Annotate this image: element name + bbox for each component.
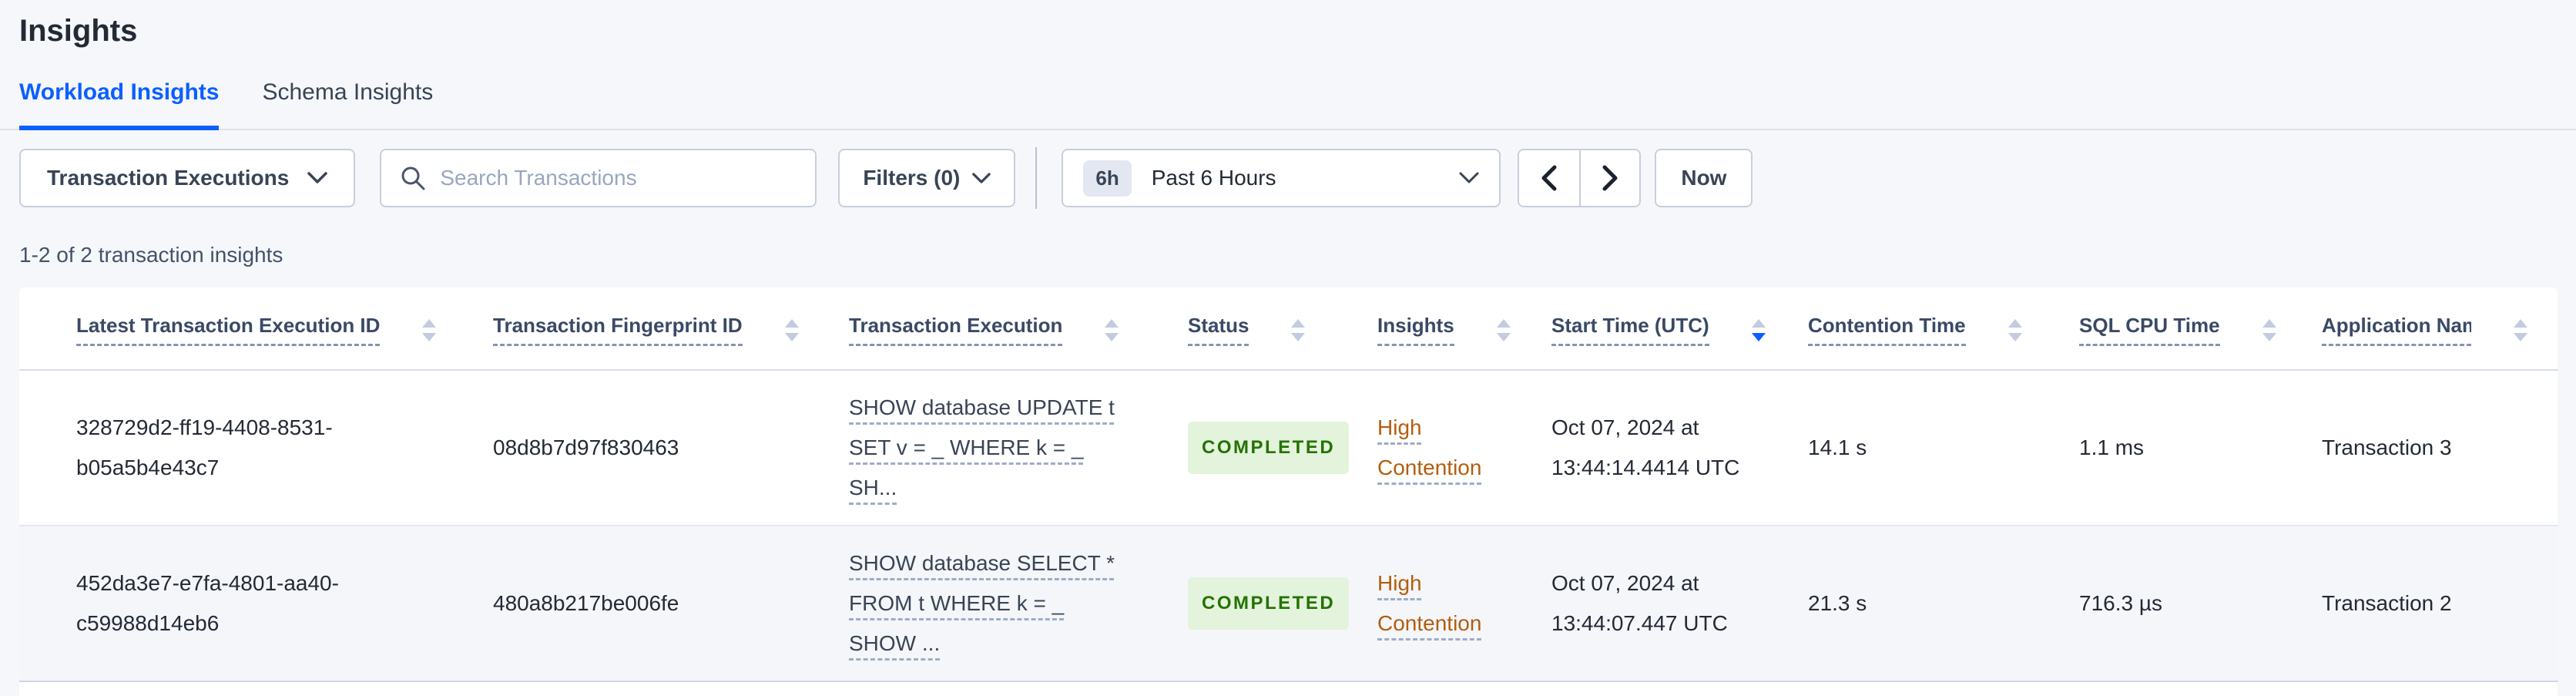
toolbar: Transaction Executions Filters (0) 6h Pa… xyxy=(19,147,2558,209)
time-step-button-group xyxy=(1518,149,1642,207)
start-time-cell: Oct 07, 2024 at 13:44:07.447 UTC xyxy=(1551,526,1808,682)
sort-icon[interactable] xyxy=(2007,318,2022,341)
column-header-application-name[interactable]: Application Name xyxy=(2322,287,2558,371)
table-header-row: Latest Transaction Execution ID Transact… xyxy=(19,287,2558,371)
column-header-transaction-execution[interactable]: Transaction Execution xyxy=(849,287,1188,371)
search-input[interactable] xyxy=(440,166,797,190)
start-time-cell: Oct 07, 2024 at 13:44:14.4414 UTC xyxy=(1551,370,1808,526)
fingerprint-id-cell: 08d8b7d97f830463 xyxy=(493,370,849,526)
insights-table-card: Latest Transaction Execution ID Transact… xyxy=(19,287,2558,696)
column-header-transaction-fingerprint-id[interactable]: Transaction Fingerprint ID xyxy=(493,287,849,371)
column-header-status[interactable]: Status xyxy=(1188,287,1377,371)
sort-icon-active-desc[interactable] xyxy=(1751,318,1766,341)
filters-button[interactable]: Filters (0) xyxy=(838,149,1016,207)
next-time-button[interactable] xyxy=(1579,150,1640,206)
table-row: 452da3e7-e7fa-4801-aa40-c59988d14eb6 480… xyxy=(19,526,2558,682)
contention-time-cell: 14.1 s xyxy=(1808,370,2079,526)
chevron-right-icon xyxy=(1602,165,1618,191)
results-count: 1-2 of 2 transaction insights xyxy=(19,243,283,267)
chevron-down-icon xyxy=(972,172,991,183)
search-icon xyxy=(401,166,425,190)
column-header-start-time[interactable]: Start Time (UTC) xyxy=(1551,287,1808,371)
sort-icon[interactable] xyxy=(784,318,799,341)
sort-icon[interactable] xyxy=(1291,318,1306,341)
filters-label: Filters (0) xyxy=(863,166,961,190)
status-badge: COMPLETED xyxy=(1188,422,1350,474)
column-header-contention-time[interactable]: Contention Time xyxy=(1808,287,2079,371)
transaction-execution-link[interactable]: SHOW database UPDATE t SET v = _ WHERE k… xyxy=(849,395,1115,499)
time-range-picker[interactable]: 6h Past 6 Hours xyxy=(1062,149,1501,207)
time-range-label: Past 6 Hours xyxy=(1151,166,1276,190)
insight-link[interactable]: High Contention xyxy=(1377,571,1481,635)
execution-id-cell: 328729d2-ff19-4408-8531-b05a5b4e43c7 xyxy=(19,370,493,526)
tab-bar: Workload Insights Schema Insights xyxy=(0,79,2576,130)
sql-cpu-time-cell: 1.1 ms xyxy=(2079,370,2322,526)
column-header-sql-cpu-time[interactable]: SQL CPU Time xyxy=(2079,287,2322,371)
chevron-left-icon xyxy=(1541,165,1557,191)
sql-cpu-time-cell: 716.3 µs xyxy=(2079,526,2322,682)
chevron-down-icon xyxy=(307,172,328,183)
application-name-cell: Transaction 3 xyxy=(2322,370,2558,526)
now-button[interactable]: Now xyxy=(1655,149,1753,207)
sort-icon[interactable] xyxy=(2262,318,2276,341)
application-name-cell: Transaction 2 xyxy=(2322,526,2558,682)
transaction-execution-link[interactable]: SHOW database SELECT * FROM t WHERE k = … xyxy=(849,551,1115,655)
tab-workload-insights[interactable]: Workload Insights xyxy=(19,79,220,130)
prev-time-button[interactable] xyxy=(1519,150,1580,206)
type-selector-dropdown[interactable]: Transaction Executions xyxy=(19,149,356,207)
search-box[interactable] xyxy=(380,149,817,207)
sort-icon[interactable] xyxy=(422,318,437,341)
insights-page: Insights Workload Insights Schema Insigh… xyxy=(0,0,2576,696)
table-row: 328729d2-ff19-4408-8531-b05a5b4e43c7 08d… xyxy=(19,370,2558,526)
page-title: Insights xyxy=(19,14,138,48)
type-selector-label: Transaction Executions xyxy=(47,166,290,190)
toolbar-divider xyxy=(1035,147,1038,209)
sort-icon[interactable] xyxy=(2514,318,2527,341)
tab-schema-insights[interactable]: Schema Insights xyxy=(262,79,433,130)
sort-icon[interactable] xyxy=(1496,318,1511,341)
card-bottom-spacer xyxy=(19,682,2558,696)
time-range-badge: 6h xyxy=(1083,160,1132,197)
execution-id-cell: 452da3e7-e7fa-4801-aa40-c59988d14eb6 xyxy=(19,526,493,682)
insights-table: Latest Transaction Execution ID Transact… xyxy=(19,287,2558,682)
insight-link[interactable]: High Contention xyxy=(1377,415,1481,479)
column-header-latest-transaction-execution-id[interactable]: Latest Transaction Execution ID xyxy=(19,287,493,371)
fingerprint-id-cell: 480a8b217be006fe xyxy=(493,526,849,682)
column-header-insights[interactable]: Insights xyxy=(1377,287,1551,371)
status-badge: COMPLETED xyxy=(1188,577,1350,630)
sort-icon[interactable] xyxy=(1105,318,1119,341)
chevron-down-icon xyxy=(1459,172,1479,183)
contention-time-cell: 21.3 s xyxy=(1808,526,2079,682)
